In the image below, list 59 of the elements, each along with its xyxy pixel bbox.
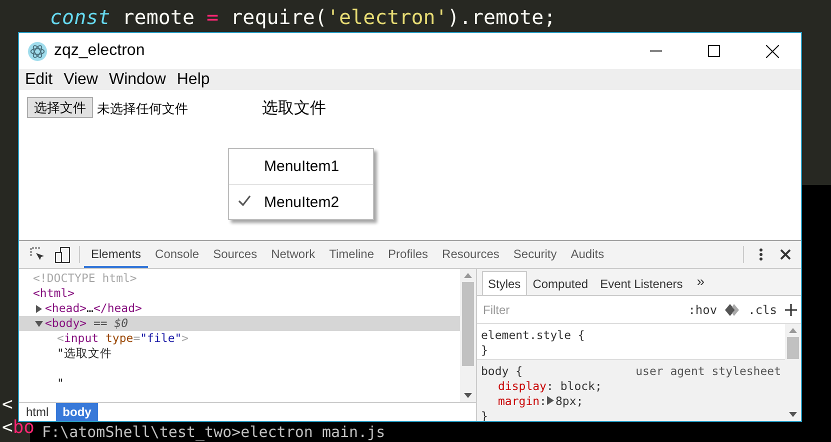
expand-triangle-icon[interactable]	[546, 396, 556, 405]
choose-file-button[interactable]: 选择文件	[27, 97, 93, 118]
scrollbar-thumb[interactable]	[462, 282, 474, 366]
rule-selector: body {	[481, 364, 524, 378]
dom-node[interactable]: <head>…</head>	[19, 301, 460, 316]
rule-source: user agent stylesheet	[636, 364, 781, 378]
dom-node[interactable]: "选取文件 "	[19, 346, 460, 391]
colon: :	[540, 394, 546, 408]
sidebar-tab[interactable]: Event Listeners	[594, 271, 689, 295]
devtools-tab[interactable]: Timeline	[322, 241, 382, 268]
file-status: 未选择任何文件	[97, 100, 189, 118]
context-menu-item[interactable]: MenuItem2	[229, 184, 373, 219]
devtools-tab[interactable]: Profiles	[381, 241, 436, 268]
rule-close: }	[481, 408, 489, 421]
page-text: 选取文件	[262, 98, 326, 119]
code-line: <	[2, 394, 13, 415]
code-line: const remote = require('electron').remote;	[50, 5, 556, 29]
devtools-tab[interactable]: Resources	[435, 241, 506, 268]
collapsed-triangle-icon	[35, 304, 43, 312]
close-icon	[766, 44, 778, 58]
checkmark-icon	[238, 195, 251, 206]
dom-node[interactable]: <body> == $0	[19, 316, 460, 331]
hov-toggle[interactable]: :hov	[688, 302, 718, 316]
devtools-tab[interactable]: Elements	[84, 241, 148, 268]
menu-item[interactable]: Window	[108, 70, 166, 88]
maximize-icon	[708, 45, 720, 57]
menu-item[interactable]: Edit	[25, 70, 53, 88]
dom-node[interactable]: <html>	[19, 286, 460, 301]
breadcrumb[interactable]: body	[56, 403, 98, 421]
devtools-tab[interactable]: Sources	[206, 241, 264, 268]
devtools-tab[interactable]: Network	[264, 241, 322, 268]
property-name: display	[498, 378, 546, 392]
dom-node[interactable]: <input type="file">	[19, 331, 460, 346]
property-value: block;	[560, 378, 602, 392]
menu-item[interactable]: Help	[176, 70, 210, 88]
plus-icon[interactable]	[785, 304, 797, 316]
diamond-icon[interactable]	[725, 304, 740, 316]
menu-item[interactable]: View	[64, 70, 98, 88]
window-title: zqz_electron	[54, 42, 146, 60]
expanded-triangle-icon	[35, 320, 43, 328]
devtools-tab[interactable]: Security	[506, 241, 564, 268]
property-name: margin	[498, 394, 540, 408]
cls-toggle[interactable]: .cls	[748, 302, 777, 316]
rule-selector: element.style {	[481, 328, 586, 342]
rule-close: }	[481, 342, 489, 357]
scroll-down-icon[interactable]	[789, 412, 797, 417]
property-value: 8px;	[555, 394, 584, 408]
devtools-tab[interactable]: Audits	[564, 241, 612, 268]
sidebar-tab[interactable]: Styles	[482, 271, 527, 295]
more-tabs[interactable]: »	[696, 273, 705, 289]
terminal-command: F:\atomShell\test_two>electron main.js	[42, 423, 386, 441]
scrollbar-thumb[interactable]	[787, 337, 799, 359]
devtools-tab[interactable]: Console	[148, 241, 206, 268]
sidebar-tab[interactable]: Computed	[526, 271, 594, 295]
minimize-icon	[650, 50, 662, 52]
context-menu-item[interactable]: MenuItem1	[229, 149, 373, 184]
atom-logo-icon	[28, 42, 47, 60]
scroll-down-icon[interactable]	[464, 393, 472, 398]
colon: :	[546, 378, 554, 392]
